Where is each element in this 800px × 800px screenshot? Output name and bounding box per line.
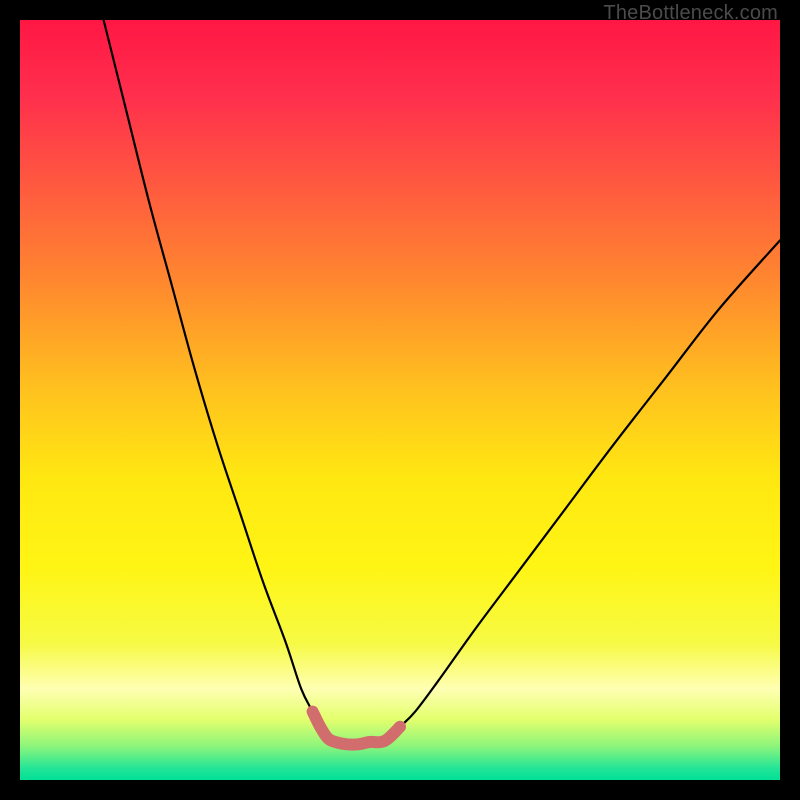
curve-layer [20,20,780,780]
curve-valley-highlight [313,712,400,745]
plot-area [20,20,780,780]
chart-frame: TheBottleneck.com [0,0,800,800]
curve-right [381,240,780,742]
watermark-text: TheBottleneck.com [603,2,778,25]
curve-left [104,20,336,742]
